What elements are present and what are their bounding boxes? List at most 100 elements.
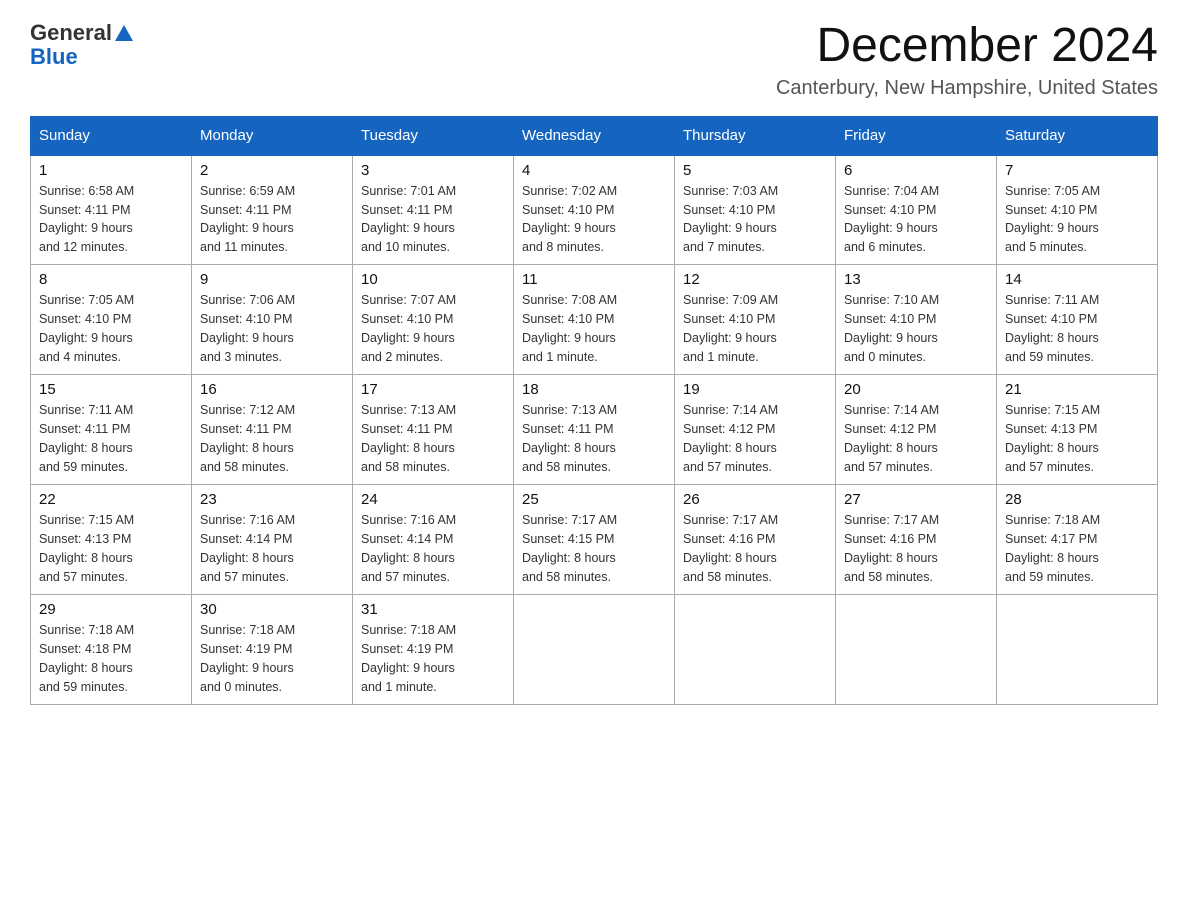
calendar-cell: 22 Sunrise: 7:15 AMSunset: 4:13 PMDayligh… bbox=[31, 485, 192, 595]
calendar-cell: 25 Sunrise: 7:17 AMSunset: 4:15 PMDayligh… bbox=[514, 485, 675, 595]
day-info: Sunrise: 7:14 AMSunset: 4:12 PMDaylight:… bbox=[844, 401, 988, 476]
calendar-body: 1 Sunrise: 6:58 AMSunset: 4:11 PMDaylight… bbox=[31, 155, 1158, 705]
calendar-week-row: 29 Sunrise: 7:18 AMSunset: 4:18 PMDayligh… bbox=[31, 595, 1158, 705]
day-number: 19 bbox=[683, 381, 827, 398]
day-info: Sunrise: 7:18 AMSunset: 4:19 PMDaylight:… bbox=[361, 621, 505, 696]
day-number: 4 bbox=[522, 162, 666, 179]
day-number: 27 bbox=[844, 491, 988, 508]
calendar-cell: 8Sunrise: 7:05 AMSunset: 4:10 PMDaylight… bbox=[31, 265, 192, 375]
calendar-cell: 27Sunrise: 7:17 AMSunset: 4:16 PMDayligh… bbox=[836, 485, 997, 595]
day-info: Sunrise: 7:07 AMSunset: 4:10 PMDaylight:… bbox=[361, 291, 505, 366]
day-info: Sunrise: 7:05 AMSunset: 4:10 PMDaylight:… bbox=[39, 291, 183, 366]
calendar-cell: 31 Sunrise: 7:18 AMSunset: 4:19 PMDayligh… bbox=[353, 595, 514, 705]
day-info: Sunrise: 7:10 AMSunset: 4:10 PMDaylight:… bbox=[844, 291, 988, 366]
day-info: Sunrise: 7:08 AMSunset: 4:10 PMDaylight:… bbox=[522, 291, 666, 366]
day-info: Sunrise: 7:12 AMSunset: 4:11 PMDaylight:… bbox=[200, 401, 344, 476]
col-friday: Friday bbox=[836, 116, 997, 155]
calendar-cell: 16 Sunrise: 7:12 AMSunset: 4:11 PMDayligh… bbox=[192, 375, 353, 485]
day-info: Sunrise: 7:06 AMSunset: 4:10 PMDaylight:… bbox=[200, 291, 344, 366]
col-sunday: Sunday bbox=[31, 116, 192, 155]
logo-arrow-icon bbox=[115, 25, 133, 41]
calendar-cell: 30 Sunrise: 7:18 AMSunset: 4:19 PMDayligh… bbox=[192, 595, 353, 705]
day-number: 23 bbox=[200, 491, 344, 508]
day-number: 5 bbox=[683, 162, 827, 179]
calendar-cell: 26Sunrise: 7:17 AMSunset: 4:16 PMDayligh… bbox=[675, 485, 836, 595]
calendar-cell: 11 Sunrise: 7:08 AMSunset: 4:10 PMDayligh… bbox=[514, 265, 675, 375]
day-number: 14 bbox=[1005, 271, 1149, 288]
day-number: 28 bbox=[1005, 491, 1149, 508]
day-number: 26 bbox=[683, 491, 827, 508]
page-header: General Blue December 2024 Canterbury, N… bbox=[30, 20, 1158, 100]
day-info: Sunrise: 7:18 AMSunset: 4:17 PMDaylight:… bbox=[1005, 511, 1149, 586]
day-number: 24 bbox=[361, 491, 505, 508]
day-info: Sunrise: 7:13 AMSunset: 4:11 PMDaylight:… bbox=[361, 401, 505, 476]
day-info: Sunrise: 7:18 AMSunset: 4:19 PMDaylight:… bbox=[200, 621, 344, 696]
day-info: Sunrise: 7:02 AMSunset: 4:10 PMDaylight:… bbox=[522, 182, 666, 257]
calendar-cell: 2Sunrise: 6:59 AMSunset: 4:11 PMDaylight… bbox=[192, 155, 353, 265]
calendar-cell: 5Sunrise: 7:03 AMSunset: 4:10 PMDaylight… bbox=[675, 155, 836, 265]
day-info: Sunrise: 7:11 AMSunset: 4:11 PMDaylight:… bbox=[39, 401, 183, 476]
day-number: 3 bbox=[361, 162, 505, 179]
day-number: 18 bbox=[522, 381, 666, 398]
title-area: December 2024 Canterbury, New Hampshire,… bbox=[776, 20, 1158, 100]
day-info: Sunrise: 7:15 AMSunset: 4:13 PMDaylight:… bbox=[39, 511, 183, 586]
day-info: Sunrise: 7:13 AMSunset: 4:11 PMDaylight:… bbox=[522, 401, 666, 476]
day-number: 16 bbox=[200, 381, 344, 398]
day-number: 13 bbox=[844, 271, 988, 288]
day-number: 10 bbox=[361, 271, 505, 288]
day-info: Sunrise: 7:01 AMSunset: 4:11 PMDaylight:… bbox=[361, 182, 505, 257]
day-info: Sunrise: 7:05 AMSunset: 4:10 PMDaylight:… bbox=[1005, 182, 1149, 257]
calendar-cell: 13 Sunrise: 7:10 AMSunset: 4:10 PMDayligh… bbox=[836, 265, 997, 375]
day-info: Sunrise: 7:18 AMSunset: 4:18 PMDaylight:… bbox=[39, 621, 183, 696]
day-info: Sunrise: 7:15 AMSunset: 4:13 PMDaylight:… bbox=[1005, 401, 1149, 476]
day-info: Sunrise: 7:04 AMSunset: 4:10 PMDaylight:… bbox=[844, 182, 988, 257]
calendar-cell bbox=[514, 595, 675, 705]
day-number: 22 bbox=[39, 491, 183, 508]
calendar-cell bbox=[836, 595, 997, 705]
calendar-cell: 9 Sunrise: 7:06 AMSunset: 4:10 PMDaylight… bbox=[192, 265, 353, 375]
calendar-cell: 1 Sunrise: 6:58 AMSunset: 4:11 PMDaylight… bbox=[31, 155, 192, 265]
day-info: Sunrise: 7:09 AMSunset: 4:10 PMDaylight:… bbox=[683, 291, 827, 366]
day-number: 11 bbox=[522, 271, 666, 288]
calendar-week-row: 1 Sunrise: 6:58 AMSunset: 4:11 PMDaylight… bbox=[31, 155, 1158, 265]
calendar-cell: 17 Sunrise: 7:13 AMSunset: 4:11 PMDayligh… bbox=[353, 375, 514, 485]
calendar-cell: 14 Sunrise: 7:11 AMSunset: 4:10 PMDayligh… bbox=[997, 265, 1158, 375]
calendar-cell: 18 Sunrise: 7:13 AMSunset: 4:11 PMDayligh… bbox=[514, 375, 675, 485]
header-row: Sunday Monday Tuesday Wednesday Thursday… bbox=[31, 116, 1158, 155]
day-number: 7 bbox=[1005, 162, 1149, 179]
calendar-cell bbox=[675, 595, 836, 705]
calendar-cell: 15 Sunrise: 7:11 AMSunset: 4:11 PMDayligh… bbox=[31, 375, 192, 485]
day-number: 1 bbox=[39, 162, 183, 179]
day-number: 25 bbox=[522, 491, 666, 508]
col-monday: Monday bbox=[192, 116, 353, 155]
calendar-cell: 24 Sunrise: 7:16 AMSunset: 4:14 PMDayligh… bbox=[353, 485, 514, 595]
logo-general-text: General bbox=[30, 20, 112, 46]
day-number: 31 bbox=[361, 601, 505, 618]
calendar-cell: 6 Sunrise: 7:04 AMSunset: 4:10 PMDaylight… bbox=[836, 155, 997, 265]
calendar-week-row: 15 Sunrise: 7:11 AMSunset: 4:11 PMDayligh… bbox=[31, 375, 1158, 485]
day-number: 15 bbox=[39, 381, 183, 398]
day-number: 17 bbox=[361, 381, 505, 398]
day-number: 29 bbox=[39, 601, 183, 618]
col-saturday: Saturday bbox=[997, 116, 1158, 155]
col-thursday: Thursday bbox=[675, 116, 836, 155]
month-title: December 2024 bbox=[776, 20, 1158, 73]
calendar-cell: 28 Sunrise: 7:18 AMSunset: 4:17 PMDayligh… bbox=[997, 485, 1158, 595]
day-number: 6 bbox=[844, 162, 988, 179]
day-info: Sunrise: 6:58 AMSunset: 4:11 PMDaylight:… bbox=[39, 182, 183, 257]
day-info: Sunrise: 7:16 AMSunset: 4:14 PMDaylight:… bbox=[200, 511, 344, 586]
day-number: 30 bbox=[200, 601, 344, 618]
day-info: Sunrise: 7:11 AMSunset: 4:10 PMDaylight:… bbox=[1005, 291, 1149, 366]
day-info: Sunrise: 7:14 AMSunset: 4:12 PMDaylight:… bbox=[683, 401, 827, 476]
calendar-cell: 12Sunrise: 7:09 AMSunset: 4:10 PMDayligh… bbox=[675, 265, 836, 375]
day-info: Sunrise: 7:17 AMSunset: 4:15 PMDaylight:… bbox=[522, 511, 666, 586]
day-info: Sunrise: 6:59 AMSunset: 4:11 PMDaylight:… bbox=[200, 182, 344, 257]
calendar-cell: 20Sunrise: 7:14 AMSunset: 4:12 PMDayligh… bbox=[836, 375, 997, 485]
calendar-cell: 19 Sunrise: 7:14 AMSunset: 4:12 PMDayligh… bbox=[675, 375, 836, 485]
logo: General Blue bbox=[30, 20, 133, 70]
day-number: 21 bbox=[1005, 381, 1149, 398]
day-number: 9 bbox=[200, 271, 344, 288]
calendar-week-row: 22 Sunrise: 7:15 AMSunset: 4:13 PMDayligh… bbox=[31, 485, 1158, 595]
col-tuesday: Tuesday bbox=[353, 116, 514, 155]
day-info: Sunrise: 7:16 AMSunset: 4:14 PMDaylight:… bbox=[361, 511, 505, 586]
